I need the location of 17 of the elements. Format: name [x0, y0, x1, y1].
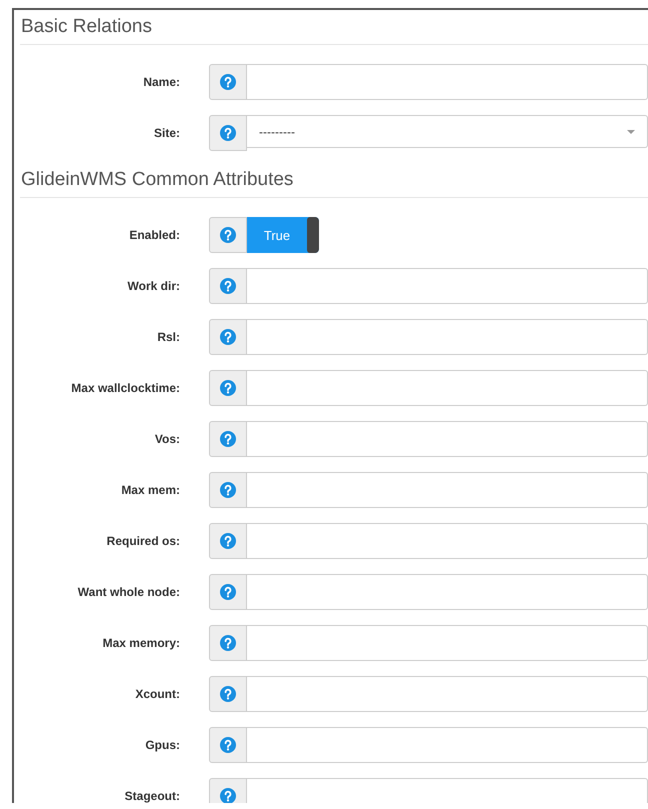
field-label: Max mem:: [120, 483, 180, 497]
field-label: Stageout:: [124, 789, 180, 803]
field-label: Rsl:: [156, 330, 180, 344]
field-label: Name:: [142, 75, 180, 89]
field-label: Vos:: [154, 432, 180, 446]
field-label: Work dir:: [126, 279, 180, 293]
site-dropdown[interactable]: ---------: [247, 115, 648, 148]
field-label: Enabled:: [128, 228, 180, 242]
section-heading: GlideinWMS Common Attributes: [20, 167, 648, 198]
field-label: Xcount:: [134, 687, 180, 701]
field-label: Max wallclocktime:: [70, 381, 180, 395]
section-heading: Basic Relations: [20, 14, 648, 45]
field-label: Gpus:: [144, 738, 180, 752]
field-label: Required os:: [106, 534, 180, 548]
field-label: Site:: [152, 126, 180, 140]
field-label: Want whole node:: [76, 585, 180, 599]
field-label: Max memory:: [102, 636, 180, 650]
